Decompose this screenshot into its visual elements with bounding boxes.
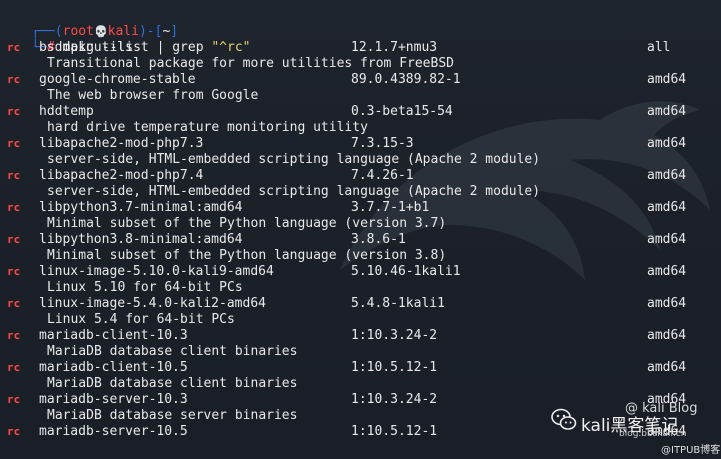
package-arch: amd64 [647, 328, 687, 343]
package-name: hddtemp [39, 104, 94, 119]
package-status: rc [7, 201, 21, 214]
package-status: rc [7, 169, 21, 182]
package-arch: amd64 [647, 168, 687, 183]
package-arch: amd64 [647, 72, 687, 87]
package-status: rc [7, 233, 21, 246]
package-name: linux-image-5.10.0-kali9-amd64 [39, 264, 274, 279]
package-version: 5.4.8-1kali1 [351, 296, 445, 311]
package-version: 1:10.3.24-2 [351, 392, 438, 407]
package-status: rc [7, 297, 21, 310]
package-name: mariadb-client-10.3 [39, 328, 188, 343]
package-name: google-chrome-stable [39, 72, 196, 87]
package-version: 1:10.3.24-2 [351, 328, 438, 343]
terminal-window[interactable]: ┌──(root💀kali)-[~] └─# dpkg --list | gre… [0, 0, 721, 459]
package-description: Minimal subset of the Python language (v… [47, 248, 447, 263]
package-arch: amd64 [647, 136, 687, 151]
package-arch: amd64 [647, 360, 687, 375]
package-version: 3.7.7-1+b1 [351, 200, 430, 215]
package-status: rc [7, 393, 21, 406]
package-version: 1:10.5.12-1 [351, 424, 438, 439]
package-description: server-side, HTML-embedded scripting lan… [47, 152, 541, 167]
package-version: 7.3.15-3 [351, 136, 414, 151]
package-description: server-side, HTML-embedded scripting lan… [47, 184, 541, 199]
command-grep: grep [172, 40, 204, 55]
command-pipe: | [156, 40, 165, 55]
package-name: libapache2-mod-php7.4 [39, 168, 204, 183]
package-arch: amd64 [647, 296, 687, 311]
package-status: rc [7, 105, 21, 118]
package-description: Linux 5.4 for 64-bit PCs [47, 312, 235, 327]
package-arch: amd64 [647, 200, 687, 215]
package-status: rc [7, 425, 21, 438]
package-arch: amd64 [647, 264, 687, 279]
package-description: The web browser from Google [47, 88, 259, 103]
prompt-line-2[interactable]: └─# dpkg --list | grep "^rc" [0, 24, 250, 55]
package-description: Transitional package for more utilities … [47, 56, 454, 71]
package-name: mariadb-server-10.5 [39, 424, 188, 439]
package-name: libpython3.8-minimal:amd64 [39, 232, 243, 247]
watermark-site: @ITPUB博客 [661, 445, 721, 456]
command-pattern: "^rc" [211, 40, 251, 55]
package-status: rc [7, 265, 21, 278]
watermark-url: blog.bbskali.cn [619, 429, 687, 439]
package-status: rc [7, 41, 21, 54]
package-status: rc [7, 329, 21, 342]
package-name: libpython3.7-minimal:amd64 [39, 200, 243, 215]
package-description: MariaDB database server binaries [47, 408, 298, 423]
package-status: rc [7, 73, 21, 86]
package-description: MariaDB database client binaries [47, 344, 298, 359]
package-description: MariaDB database client binaries [47, 376, 298, 391]
package-version: 7.4.26-1 [351, 168, 414, 183]
wechat-icon [551, 408, 577, 430]
package-status: rc [7, 361, 21, 374]
package-description: Minimal subset of the Python language (v… [47, 216, 447, 231]
package-arch: amd64 [647, 104, 687, 119]
watermark: @ kali Blog kali黑客笔记 blog.bbskali.cn @IT… [541, 399, 721, 459]
package-name: bsdmainutils [39, 40, 133, 55]
package-description: hard drive temperature monitoring utilit… [47, 120, 368, 135]
package-name: libapache2-mod-php7.3 [39, 136, 204, 151]
package-version: 3.8.6-1 [351, 232, 406, 247]
package-status: rc [7, 137, 21, 150]
package-version: 1:10.5.12-1 [351, 360, 438, 375]
package-version: 0.3-beta15-54 [351, 104, 453, 119]
package-arch: all [647, 40, 671, 55]
package-name: linux-image-5.4.0-kali2-amd64 [39, 296, 266, 311]
package-version: 12.1.7+nmu3 [351, 40, 438, 55]
package-version: 5.10.46-1kali1 [351, 264, 461, 279]
package-arch: amd64 [647, 232, 687, 247]
package-version: 89.0.4389.82-1 [351, 72, 461, 87]
package-name: mariadb-client-10.5 [39, 360, 188, 375]
package-name: mariadb-server-10.3 [39, 392, 188, 407]
prompt-line-1: ┌──(root💀kali)-[~] [0, 8, 178, 39]
package-description: Linux 5.10 for 64-bit PCs [47, 280, 243, 295]
